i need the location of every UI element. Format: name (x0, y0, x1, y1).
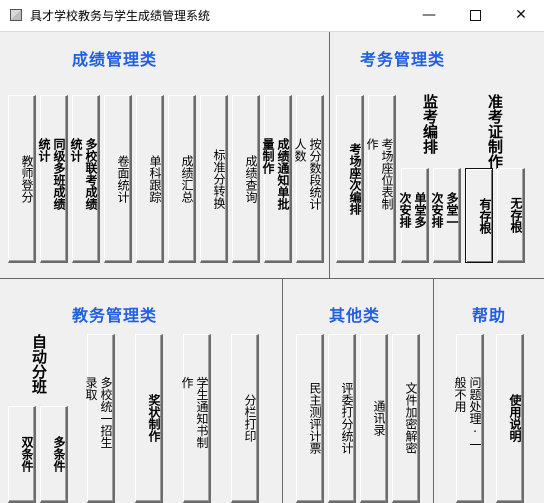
report-card-batch-button[interactable]: 成绩通知单批量制作 (261, 95, 292, 263)
score-band-count-button[interactable]: 按分数段统计人数 (293, 95, 324, 263)
section-exams-title: 考务管理类 (360, 50, 446, 69)
window-title: 具才学校教务与学生成绩管理系统 (30, 9, 211, 23)
multi-session-proctor-button[interactable]: 多堂一次安排 (430, 168, 461, 263)
proctor-group-label: 监考编排 (421, 94, 439, 154)
grade-query-button[interactable]: 成绩查询 (232, 95, 260, 263)
address-book-button[interactable]: 通讯录 (360, 334, 388, 503)
app-icon (10, 9, 22, 21)
single-session-proctor-button[interactable]: 单堂多次安排 (398, 168, 429, 263)
ticket-without-stub-button[interactable]: 无存根 (497, 168, 525, 263)
student-notice-button[interactable]: 学生通知书制作 (180, 334, 211, 503)
two-condition-class-button[interactable]: 双条件 (8, 406, 36, 503)
maximize-icon (469, 9, 481, 21)
ticket-group-label: 准考证制作 (486, 94, 504, 169)
divider-middle (0, 278, 544, 279)
subject-tracking-button[interactable]: 单科跟踪 (136, 95, 164, 263)
unified-admission-button[interactable]: 多校统一招生录取 (84, 334, 115, 503)
seat-chart-button[interactable]: 考场座位表制作 (365, 95, 396, 263)
multi-class-stats-button[interactable]: 同级多班成绩统计 (37, 95, 68, 263)
teacher-score-entry-button[interactable]: 教师登分 (8, 95, 36, 263)
maximize-button[interactable] (452, 0, 498, 31)
section-other-title: 其他类 (329, 306, 381, 325)
auto-class-group-label: 自动分班 (30, 334, 48, 394)
close-button[interactable]: ✕ (498, 0, 544, 31)
column-print-button[interactable]: 分栏打印 (231, 334, 259, 503)
user-guide-button[interactable]: 使用说明 (496, 334, 524, 503)
multi-condition-class-button[interactable]: 多条件 (40, 406, 68, 503)
judge-scoring-button[interactable]: 评委打分统计 (328, 334, 356, 503)
joint-exam-stats-button[interactable]: 多校联考成绩统计 (69, 95, 100, 263)
exam-seating-button[interactable]: 考场座次编排 (336, 95, 364, 263)
divider-bottom-2 (433, 279, 434, 503)
section-grades-title: 成绩管理类 (72, 50, 158, 69)
file-encrypt-button[interactable]: 文件加密解密 (392, 334, 420, 503)
paper-stats-button[interactable]: 卷面统计 (104, 95, 132, 263)
title-bar: 具才学校教务与学生成绩管理系统 — ✕ (0, 0, 544, 31)
democratic-vote-button[interactable]: 民主测评计票 (296, 334, 324, 503)
ticket-with-stub-button[interactable]: 有存根 (465, 168, 493, 263)
section-academic-title: 教务管理类 (72, 306, 158, 325)
minimize-button[interactable]: — (406, 0, 452, 31)
titlebar-divider (0, 31, 544, 32)
certificate-maker-button[interactable]: 奖状制作 (135, 334, 163, 503)
troubleshoot-button[interactable]: 问题处理·一般不用 (453, 334, 484, 503)
divider-top (329, 32, 330, 278)
standard-score-button[interactable]: 标准分转换 (200, 95, 228, 263)
divider-bottom-1 (282, 279, 283, 503)
grade-summary-button[interactable]: 成绩汇总 (168, 95, 196, 263)
section-help-title: 帮助 (472, 306, 507, 325)
